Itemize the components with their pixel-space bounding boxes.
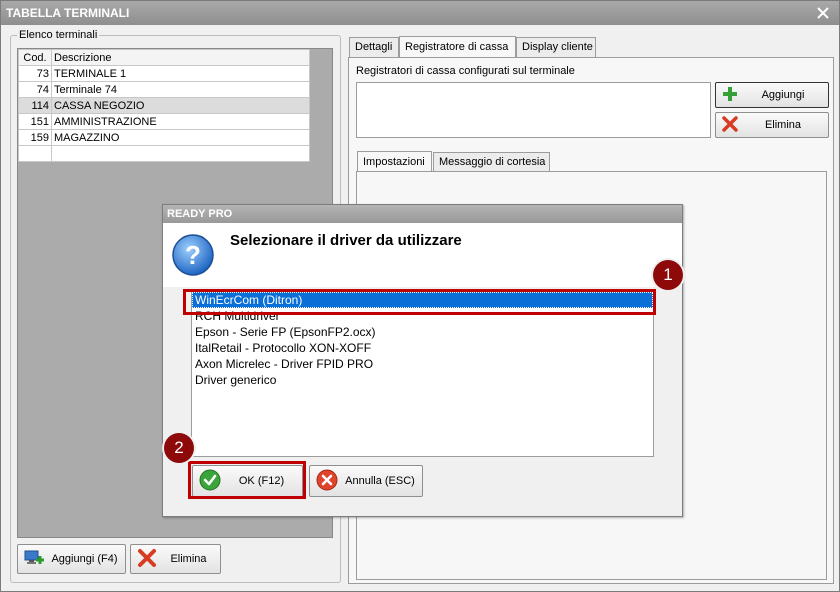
cell-descrizione: Terminale 74 (51, 81, 310, 98)
add-terminal-button[interactable]: Aggiungi (F4) (17, 544, 126, 574)
driver-item[interactable]: Driver generico (192, 372, 653, 388)
tab-dettagli[interactable]: Dettagli (349, 37, 399, 57)
delete-register-label: Elimina (764, 119, 802, 131)
cell-cod: 151 (18, 113, 52, 130)
cell-cod-empty (18, 145, 52, 162)
dialog-title: READY PRO (163, 205, 682, 223)
annotation-badge-1: 1 (653, 260, 683, 290)
table-row-selected[interactable]: 114 CASSA NEGOZIO (18, 97, 310, 114)
dialog-message: Selezionare il driver da utilizzare (230, 232, 462, 249)
driver-item[interactable]: Epson - Serie FP (EpsonFP2.ocx) (192, 324, 653, 340)
table-row-empty[interactable] (18, 145, 310, 162)
add-register-button[interactable]: Aggiungi (715, 82, 829, 108)
column-header-descrizione[interactable]: Descrizione (51, 49, 310, 66)
cancel-button[interactable]: Annulla (ESC) (309, 465, 423, 497)
delete-terminal-label: Elimina (170, 553, 207, 565)
monitor-add-icon (24, 549, 44, 570)
add-register-label: Aggiungi (761, 89, 805, 101)
window-titlebar: TABELLA TERMINALI (1, 1, 839, 25)
window-title: TABELLA TERMINALI (6, 6, 130, 20)
annotation-highlight-driver (183, 289, 656, 315)
column-header-cod[interactable]: Cod. (18, 49, 52, 66)
table-header-row: Cod. Descrizione (18, 49, 310, 66)
driver-item[interactable]: Axon Micrelec - Driver FPID PRO (192, 356, 653, 372)
registratori-label: Registratori di cassa configurati sul te… (356, 65, 575, 77)
plus-icon (722, 86, 738, 105)
delete-x-icon (722, 115, 738, 135)
table-row[interactable]: 159 MAGAZZINO (18, 129, 310, 146)
annotation-highlight-ok (188, 461, 306, 499)
svg-text:?: ? (185, 240, 201, 270)
cell-cod: 73 (18, 65, 52, 82)
cell-descrizione-empty (51, 145, 310, 162)
table-row[interactable]: 74 Terminale 74 (18, 81, 310, 98)
driver-listbox[interactable]: WinEcrCom (Ditron) RCH Multidriver Epson… (191, 291, 654, 457)
tab-messaggio-di-cortesia[interactable]: Messaggio di cortesia (433, 152, 550, 172)
tab-display-cliente[interactable]: Display cliente (516, 37, 596, 57)
delete-terminal-button[interactable]: Elimina (130, 544, 221, 574)
cell-cod: 159 (18, 129, 52, 146)
cell-descrizione: MAGAZZINO (51, 129, 310, 146)
terminals-group-label: Elenco terminali (17, 29, 100, 41)
table-row[interactable]: 151 AMMINISTRAZIONE (18, 113, 310, 130)
add-terminal-label: Aggiungi (F4) (51, 553, 118, 565)
cell-cod: 74 (18, 81, 52, 98)
close-icon[interactable] (817, 7, 829, 19)
cell-descrizione: AMMINISTRAZIONE (51, 113, 310, 130)
cell-cod: 114 (18, 97, 52, 114)
delete-x-icon (137, 548, 157, 571)
terminals-table: Cod. Descrizione 73 TERMINALE 1 74 Termi… (18, 49, 310, 162)
cell-descrizione: CASSA NEGOZIO (51, 97, 310, 114)
tab-impostazioni[interactable]: Impostazioni (357, 151, 432, 172)
cancel-button-label: Annulla (ESC) (345, 475, 415, 487)
delete-register-button[interactable]: Elimina (715, 112, 829, 138)
driver-item[interactable]: ItalRetail - Protocollo XON-XOFF (192, 340, 653, 356)
cell-descrizione: TERMINALE 1 (51, 65, 310, 82)
question-icon: ? (171, 233, 215, 280)
table-row[interactable]: 73 TERMINALE 1 (18, 65, 310, 82)
dialog-header: ? Selezionare il driver da utilizzare (163, 223, 682, 287)
cancel-icon (316, 469, 338, 494)
tab-registratore-di-cassa[interactable]: Registratore di cassa (399, 36, 516, 57)
registratori-list[interactable] (356, 82, 711, 138)
annotation-badge-2: 2 (164, 433, 194, 463)
